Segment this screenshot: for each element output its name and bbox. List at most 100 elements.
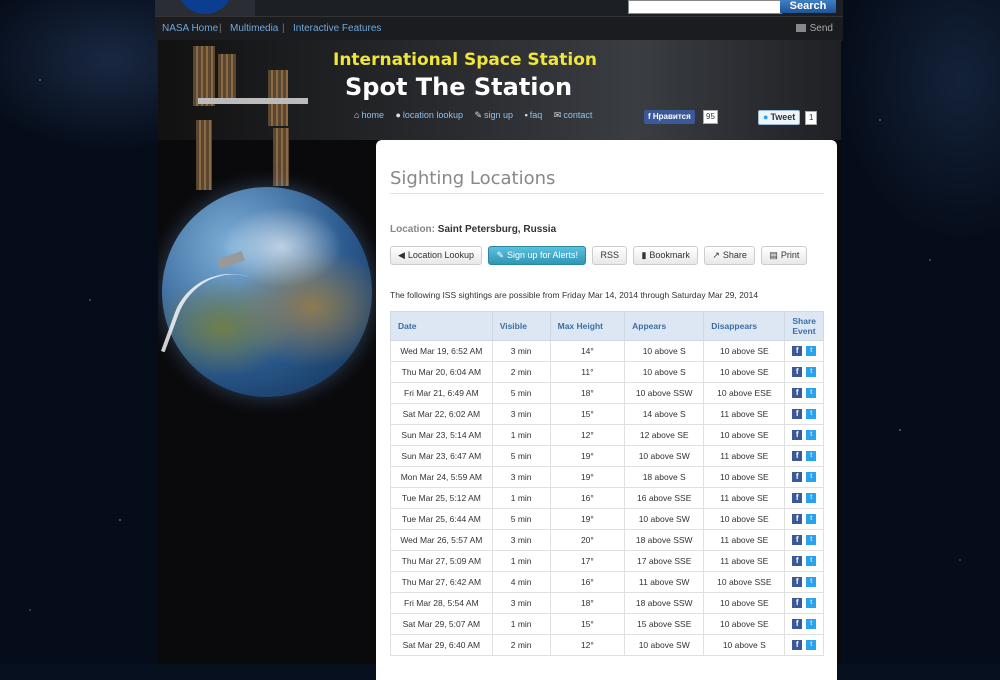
bookmark-button[interactable]: ▮ Bookmark bbox=[633, 246, 698, 265]
send-link[interactable]: Send bbox=[795, 23, 833, 34]
nav-interactive-features[interactable]: Interactive Features bbox=[293, 23, 381, 34]
date-cell: Wed Mar 19, 6:52 AM bbox=[390, 340, 493, 362]
facebook-share-icon[interactable]: f bbox=[792, 346, 803, 357]
table-row: Sun Mar 23, 6:47 AM 5 min 19° 10 above SW 11… bbox=[390, 445, 824, 467]
global-nav: NASA Home | Multimedia | Interactive Fea… bbox=[155, 16, 843, 41]
max-height-cell: 19° bbox=[549, 466, 626, 488]
facebook-share-icon[interactable]: f bbox=[792, 514, 803, 525]
disappears-cell: 10 above SE bbox=[703, 592, 786, 614]
sightings-intro: The following ISS sightings are possible… bbox=[390, 290, 759, 300]
facebook-share-icon[interactable]: f bbox=[792, 556, 803, 567]
location-lookup-button[interactable]: ◀ Location Lookup bbox=[390, 246, 482, 265]
facebook-share-icon[interactable]: f bbox=[792, 388, 803, 399]
sign-up-alerts-button[interactable]: ✎ Sign up for Alerts! bbox=[488, 246, 587, 265]
twitter-share-icon[interactable]: t bbox=[806, 535, 817, 546]
column-header-appears: Appears bbox=[624, 311, 705, 341]
facebook-like-button[interactable]: f Нравится bbox=[644, 110, 695, 124]
max-height-cell: 16° bbox=[549, 487, 626, 509]
date-cell: Mon Mar 24, 5:59 AM bbox=[390, 466, 493, 488]
search-button[interactable]: Search bbox=[780, 0, 836, 13]
appears-cell: 17 above SSE bbox=[624, 550, 705, 572]
visible-cell: 5 min bbox=[491, 508, 551, 530]
date-cell: Sun Mar 23, 5:14 AM bbox=[390, 424, 493, 446]
twitter-share-icon[interactable]: t bbox=[806, 640, 817, 651]
facebook-share-icon[interactable]: f bbox=[792, 640, 803, 651]
max-height-cell: 19° bbox=[549, 445, 626, 467]
appears-cell: 18 above SSW bbox=[624, 592, 705, 614]
twitter-share-icon[interactable]: t bbox=[806, 388, 817, 399]
disappears-cell: 11 above SE bbox=[703, 445, 786, 467]
facebook-share-icon[interactable]: f bbox=[792, 577, 803, 588]
twitter-share-icon[interactable]: t bbox=[806, 514, 817, 525]
disappears-cell: 10 above ESE bbox=[703, 382, 786, 404]
twitter-share-icon[interactable]: t bbox=[806, 577, 817, 588]
table-row: Tue Mar 25, 5:12 AM 1 min 16° 16 above SSE 1… bbox=[390, 487, 824, 509]
facebook-share-icon[interactable]: f bbox=[792, 451, 803, 462]
pencil-icon: ✎ bbox=[474, 110, 483, 120]
share-event-cell: ft bbox=[784, 529, 824, 551]
twitter-share-icon[interactable]: t bbox=[806, 556, 817, 567]
twitter-share-icon[interactable]: t bbox=[806, 430, 817, 441]
share-event-cell: ft bbox=[784, 340, 824, 362]
facebook-share-icon[interactable]: f bbox=[792, 619, 803, 630]
share-button[interactable]: ↗ Share bbox=[704, 246, 755, 265]
appears-cell: 10 above SW bbox=[624, 445, 705, 467]
iss-solar-panel bbox=[193, 46, 215, 106]
site-nav-location-lookup[interactable]: ● location lookup bbox=[395, 110, 462, 120]
print-button[interactable]: ▤ Print bbox=[761, 246, 808, 265]
site-nav-home[interactable]: ⌂ home bbox=[354, 110, 384, 120]
twitter-share-icon[interactable]: t bbox=[806, 493, 817, 504]
bookmark-icon: ▮ bbox=[641, 250, 647, 260]
content-card: Sighting Locations Location: Saint Peter… bbox=[376, 140, 837, 680]
column-header-disappears: Disappears bbox=[703, 311, 786, 341]
share-event-cell: ft bbox=[784, 613, 824, 635]
site-nav-contact[interactable]: ✉ contact bbox=[554, 110, 593, 120]
table-row: Mon Mar 24, 5:59 AM 3 min 19° 18 above S 10 … bbox=[390, 466, 824, 488]
pencil-icon: ✎ bbox=[496, 250, 504, 260]
arrow-left-icon: ◀ bbox=[398, 250, 405, 260]
visible-cell: 2 min bbox=[491, 634, 551, 656]
nav-separator: | bbox=[282, 23, 285, 34]
twitter-share-icon[interactable]: t bbox=[806, 451, 817, 462]
tweet-button[interactable]: ● Tweet bbox=[758, 110, 801, 125]
iss-solar-panel bbox=[218, 54, 236, 102]
disappears-cell: 11 above SE bbox=[703, 529, 786, 551]
twitter-share-icon[interactable]: t bbox=[806, 598, 817, 609]
max-height-cell: 12° bbox=[549, 424, 626, 446]
facebook-share-icon[interactable]: f bbox=[792, 430, 803, 441]
twitter-share-icon[interactable]: t bbox=[806, 346, 817, 357]
site-nav-faq[interactable]: ▪ faq bbox=[525, 110, 543, 120]
top-header-bar: Search bbox=[155, 0, 843, 16]
search-input[interactable] bbox=[628, 0, 782, 14]
site-subtitle: International Space Station bbox=[333, 50, 597, 70]
twitter-share-icon[interactable]: t bbox=[806, 409, 817, 420]
table-body: Wed Mar 19, 6:52 AM 3 min 14° 10 above S 10 … bbox=[390, 340, 824, 656]
table-row: Sat Mar 29, 6:40 AM 2 min 12° 10 above SW 10… bbox=[390, 634, 824, 656]
share-event-cell: ft bbox=[784, 634, 824, 656]
location-value: Saint Petersburg, Russia bbox=[437, 224, 557, 235]
facebook-share-icon[interactable]: f bbox=[792, 535, 803, 546]
facebook-share-icon[interactable]: f bbox=[792, 472, 803, 483]
table-row: Thu Mar 27, 5:09 AM 1 min 17° 17 above SSE 1… bbox=[390, 550, 824, 572]
appears-cell: 18 above SSW bbox=[624, 529, 705, 551]
location-label: Location: bbox=[390, 224, 435, 235]
date-cell: Fri Mar 28, 5:54 AM bbox=[390, 592, 493, 614]
date-cell: Wed Mar 26, 5:57 AM bbox=[390, 529, 493, 551]
site-nav-sign-up[interactable]: ✎ sign up bbox=[474, 110, 513, 120]
envelope-icon: ✉ bbox=[553, 110, 562, 120]
visible-cell: 1 min bbox=[491, 487, 551, 509]
nav-nasa-home[interactable]: NASA Home bbox=[162, 23, 218, 34]
facebook-share-icon[interactable]: f bbox=[792, 409, 803, 420]
nav-multimedia[interactable]: Multimedia bbox=[230, 23, 278, 34]
facebook-share-icon[interactable]: f bbox=[792, 493, 803, 504]
table-row: Sun Mar 23, 5:14 AM 1 min 12° 12 above SE 10… bbox=[390, 424, 824, 446]
share-event-cell: ft bbox=[784, 403, 824, 425]
appears-cell: 18 above S bbox=[624, 466, 705, 488]
rss-button[interactable]: RSS bbox=[592, 246, 627, 265]
facebook-share-icon[interactable]: f bbox=[792, 367, 803, 378]
twitter-share-icon[interactable]: t bbox=[806, 367, 817, 378]
twitter-share-icon[interactable]: t bbox=[806, 619, 817, 630]
date-cell: Tue Mar 25, 5:12 AM bbox=[390, 487, 493, 509]
facebook-share-icon[interactable]: f bbox=[792, 598, 803, 609]
twitter-share-icon[interactable]: t bbox=[806, 472, 817, 483]
